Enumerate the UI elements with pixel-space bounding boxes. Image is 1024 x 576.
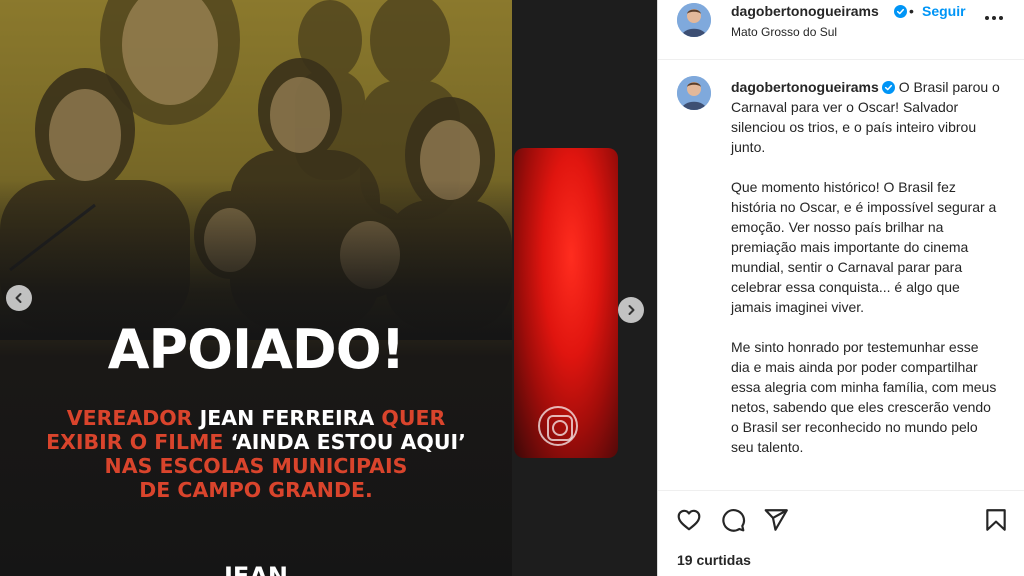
- follow-button[interactable]: Seguir: [922, 3, 966, 19]
- carousel-prev-button[interactable]: [6, 285, 32, 311]
- post-actions: 19 curtidas: [658, 490, 1024, 576]
- carousel-next-button[interactable]: [618, 297, 644, 323]
- post-image-poster: APOIADO! VEREADOR JEAN FERREIRA QUER EXI…: [0, 0, 512, 576]
- post-side-panel: dagobertonogueirams • Seguir Mato Grosso…: [657, 0, 1024, 576]
- poster-brand-logo: JEAN: [224, 562, 288, 576]
- post-header: dagobertonogueirams • Seguir Mato Grosso…: [658, 0, 1024, 60]
- post-caption: dagobertonogueirams O Brasil parou o Car…: [731, 77, 1001, 477]
- chevron-left-icon: [15, 293, 22, 303]
- verified-badge-icon: [881, 81, 895, 94]
- chevron-right-icon: [628, 305, 635, 315]
- post-media-carousel[interactable]: APOIADO! VEREADOR JEAN FERREIRA QUER EXI…: [0, 0, 657, 576]
- bookmark-icon[interactable]: [983, 507, 1009, 533]
- send-icon[interactable]: [763, 507, 789, 533]
- caption-paragraph: Que momento histórico! O Brasil fez hist…: [731, 179, 997, 315]
- avatar[interactable]: [677, 76, 711, 110]
- post-location[interactable]: Mato Grosso do Sul: [731, 25, 837, 39]
- avatar-photo: [677, 76, 711, 110]
- heart-icon[interactable]: [676, 507, 702, 533]
- poster-subtitle: VEREADOR JEAN FERREIRA QUER EXIBIR O FIL…: [46, 406, 466, 502]
- avatar[interactable]: [677, 3, 711, 37]
- likes-count[interactable]: 19 curtidas: [677, 552, 751, 568]
- next-slide-preview: [512, 0, 657, 576]
- avatar-photo: [677, 3, 711, 37]
- verified-badge-icon: [894, 5, 907, 18]
- separator-dot: •: [909, 3, 914, 19]
- globo-logo-icon: [538, 406, 578, 446]
- more-horizontal-icon[interactable]: [984, 10, 1004, 26]
- poster-headline: APOIADO!: [107, 318, 406, 381]
- caption-username[interactable]: dagobertonogueirams: [731, 79, 879, 95]
- comment-icon[interactable]: [720, 507, 746, 533]
- author-username[interactable]: dagobertonogueirams: [731, 3, 879, 19]
- caption-paragraph: Me sinto honrado por testemunhar esse di…: [731, 339, 997, 455]
